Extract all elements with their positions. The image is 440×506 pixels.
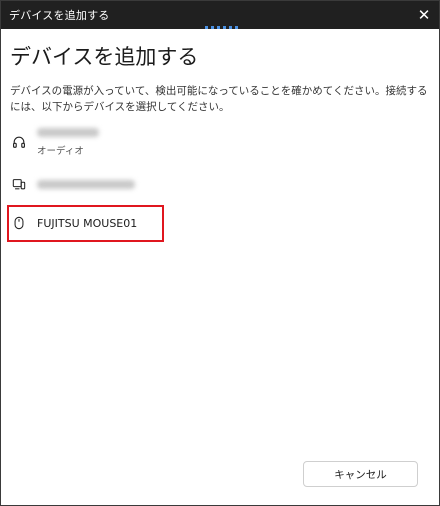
device-item-computer[interactable] [1,165,439,203]
close-button[interactable]: ✕ [409,1,439,29]
progress-dot [217,26,220,29]
progress-dot [235,26,238,29]
instructions-text: デバイスの電源が入っていて、検出可能になっていることを確かめてください。接続する… [10,85,428,113]
device-category: オーディオ [37,145,84,157]
add-device-dialog: デバイスを追加する ✕ デバイスを追加する デバイスの電源が入っていて、検出可能… [0,0,440,506]
progress-dot [229,26,232,29]
progress-dot [223,26,226,29]
obscured-device-name [37,127,99,137]
progress-dot [205,26,208,29]
title-bar[interactable]: デバイスを追加する ✕ [1,1,439,29]
progress-dot [211,26,214,29]
headphones-icon [9,132,29,152]
window-title: デバイスを追加する [9,9,110,22]
cancel-button[interactable]: キャンセル [303,461,418,487]
page-title: デバイスを追加する [10,45,199,69]
scanning-progress-indicator [205,26,238,29]
selection-highlight [7,205,164,242]
devices-icon [9,174,29,194]
obscured-device-name [37,179,135,189]
device-item-audio[interactable]: オーディオ [1,122,439,162]
